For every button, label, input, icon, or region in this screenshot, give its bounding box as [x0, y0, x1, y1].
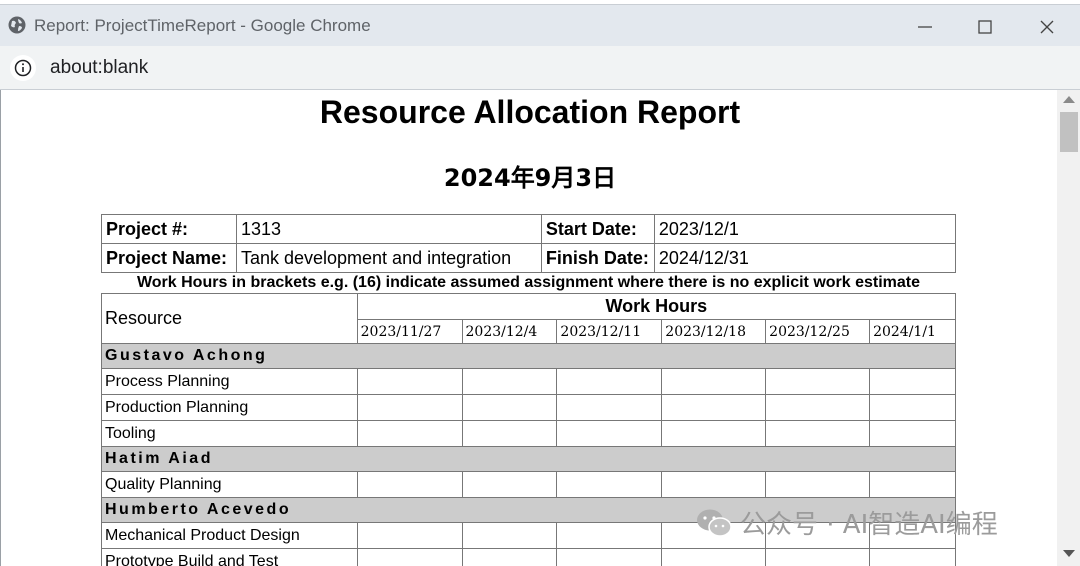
table-row: Tooling	[101, 420, 956, 447]
hours-cell	[461, 368, 558, 395]
hours-cell	[461, 394, 558, 421]
project-info-table: Project #: 1313 Start Date: 2023/12/1 Pr…	[101, 214, 957, 273]
page-viewport: Resource Allocation Report 2024年9月3日 Pro…	[0, 90, 1080, 566]
url-text[interactable]: about:blank	[50, 57, 148, 79]
report-title: Resource Allocation Report	[319, 94, 741, 130]
wechat-icon	[697, 509, 732, 537]
hours-cell	[661, 394, 767, 421]
table-row: Production Planning	[101, 394, 956, 421]
close-button[interactable]	[1027, 13, 1067, 41]
window-title-bar: Report: ProjectTimeReport - Google Chrom…	[0, 4, 1080, 46]
hours-cell	[661, 368, 767, 395]
close-icon	[1040, 20, 1054, 34]
person-row: Gustavo Achong	[101, 343, 956, 369]
scroll-thumb[interactable]	[1060, 112, 1078, 152]
resource-column-header: Resource	[101, 293, 358, 344]
person-row: Hatim Aiad	[101, 446, 956, 472]
week-header: 2024/1/1	[869, 319, 956, 344]
hours-cell	[356, 471, 463, 498]
hours-cell	[765, 548, 871, 566]
window-title: Report: ProjectTimeReport - Google Chrom…	[34, 16, 371, 35]
hours-cell	[461, 548, 558, 566]
hours-cell	[556, 420, 663, 447]
hours-cell	[661, 471, 767, 498]
project-name-label: Project Name:	[101, 243, 237, 273]
project-number-value: 1313	[235, 214, 542, 244]
week-header: 2023/12/4	[461, 319, 558, 344]
task-name: Process Planning	[101, 368, 358, 395]
hours-cell	[869, 471, 956, 498]
globe-icon	[8, 16, 26, 34]
hours-cell	[661, 548, 767, 566]
maximize-button[interactable]	[965, 13, 1005, 41]
start-date-label: Start Date:	[540, 214, 655, 244]
minimize-button[interactable]	[905, 13, 945, 41]
address-bar: about:blank	[0, 46, 1080, 90]
report-date: 2024年9月3日	[443, 164, 617, 192]
week-header: 2023/12/11	[556, 319, 663, 344]
project-name-value: Tank development and integration	[235, 243, 542, 273]
week-header: 2023/12/18	[661, 319, 767, 344]
task-name: Prototype Build and Test	[101, 548, 358, 566]
hours-cell	[356, 522, 463, 549]
hours-cell	[556, 471, 663, 498]
hours-cell	[356, 548, 463, 566]
hours-cell	[869, 420, 956, 447]
project-number-label: Project #:	[101, 214, 237, 244]
hours-cell	[765, 471, 871, 498]
hours-cell	[356, 394, 463, 421]
hours-cell	[356, 368, 463, 395]
hours-cell	[869, 548, 956, 566]
minimize-icon	[918, 26, 932, 28]
start-date-value: 2023/12/1	[653, 214, 957, 244]
hours-cell	[556, 368, 663, 395]
finish-date-label: Finish Date:	[540, 243, 655, 273]
hours-cell	[461, 420, 558, 447]
work-hours-note: Work Hours in brackets e.g. (16) indicat…	[136, 274, 921, 291]
scroll-up-icon[interactable]	[1063, 96, 1075, 103]
week-header: 2023/11/27	[356, 319, 463, 344]
watermark-text: 公众号 · AI智造AI编程	[740, 510, 998, 540]
person-name: Gustavo Achong	[101, 343, 956, 369]
task-name: Production Planning	[101, 394, 358, 421]
hours-cell	[869, 368, 956, 395]
hours-cell	[461, 471, 558, 498]
hours-cell	[765, 368, 871, 395]
hours-cell	[765, 420, 871, 447]
site-info-button[interactable]	[10, 55, 36, 81]
watermark: 公众号 · AI智造AI编程	[696, 504, 998, 541]
task-name: Quality Planning	[101, 471, 358, 498]
hours-cell	[556, 522, 663, 549]
table-row: Prototype Build and Test	[101, 548, 956, 566]
week-header: 2023/12/25	[765, 319, 871, 344]
vertical-scrollbar[interactable]	[1057, 90, 1080, 566]
hours-cell	[556, 548, 663, 566]
work-hours-header: Work Hours	[356, 293, 957, 320]
hours-cell	[765, 394, 871, 421]
table-row: Process Planning	[101, 368, 956, 395]
hours-cell	[356, 420, 463, 447]
person-name: Hatim Aiad	[101, 446, 956, 472]
hours-cell	[556, 394, 663, 421]
task-name: Mechanical Product Design	[101, 522, 358, 549]
finish-date-value: 2024/12/31	[653, 243, 957, 273]
hours-cell	[461, 522, 558, 549]
maximize-icon	[978, 20, 992, 34]
info-icon	[14, 59, 32, 77]
hours-cell	[661, 420, 767, 447]
table-row: Quality Planning	[101, 471, 956, 498]
hours-cell	[869, 394, 956, 421]
task-name: Tooling	[101, 420, 358, 447]
scroll-down-icon[interactable]	[1063, 550, 1075, 557]
